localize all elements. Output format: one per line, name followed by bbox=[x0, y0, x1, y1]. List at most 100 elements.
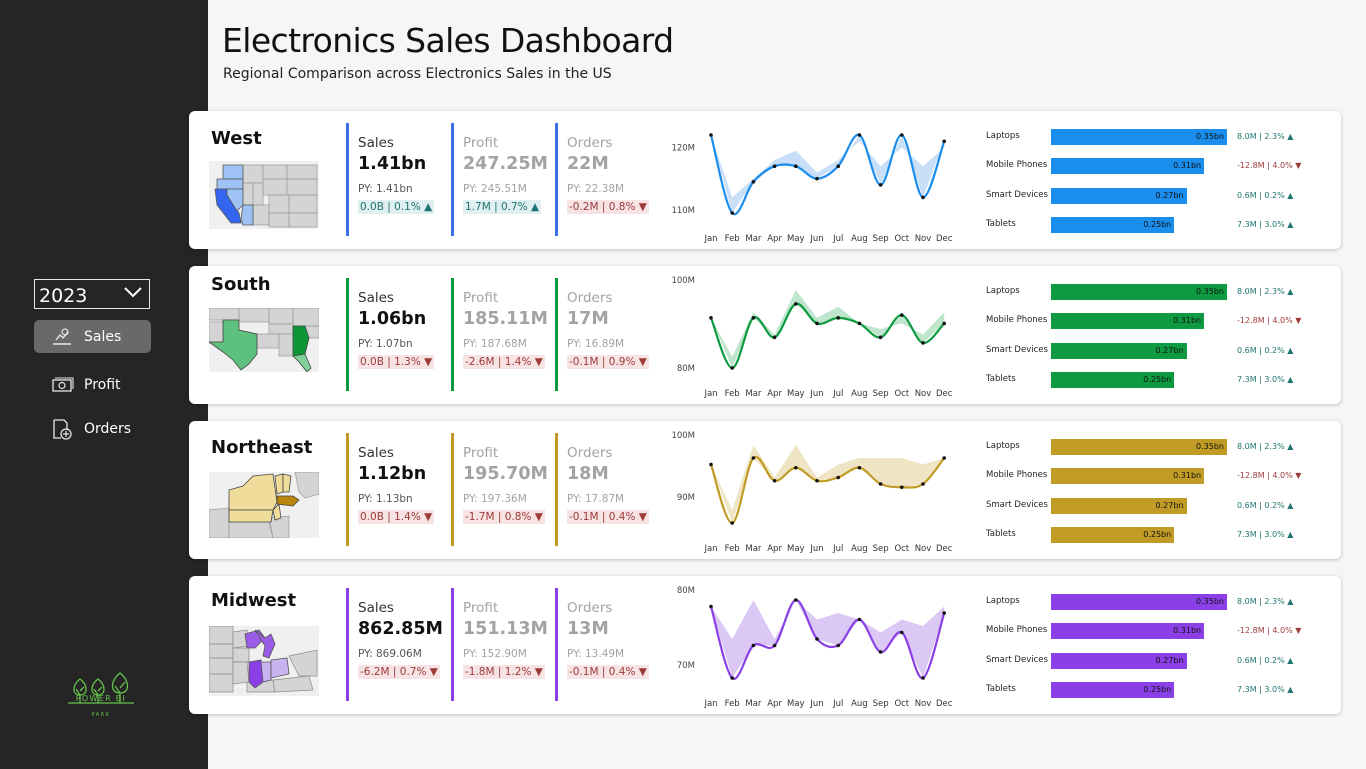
year-dropdown[interactable]: 2023 bbox=[34, 279, 150, 309]
nav-sales[interactable]: Sales bbox=[34, 320, 151, 353]
category-bar[interactable]: 0.35bn bbox=[1051, 594, 1227, 610]
data-point bbox=[900, 485, 904, 490]
category-bar[interactable]: 0.35bn bbox=[1051, 129, 1227, 145]
x-tick-label: Aug bbox=[851, 699, 868, 709]
y-tick-label: 70M bbox=[677, 661, 695, 671]
category-bar[interactable]: 0.25bn bbox=[1051, 372, 1175, 388]
kpi-sales: Sales 1.41bn PY: 1.41bn 0.0B | 0.1% ▲ bbox=[346, 123, 441, 236]
kpi-delta: -1.8M | 1.2% ▼ bbox=[463, 665, 545, 679]
x-tick-label: Nov bbox=[915, 699, 932, 709]
category-bar[interactable]: 0.27bn bbox=[1051, 653, 1187, 669]
data-point bbox=[794, 302, 798, 306]
region-name: Northeast bbox=[211, 437, 313, 458]
region-name: West bbox=[211, 128, 262, 149]
category-bar-row: Smart Devices 0.27bn 0.6M | 0.2% ▲ bbox=[986, 188, 1306, 204]
x-tick-label: Jan bbox=[703, 234, 717, 244]
data-point bbox=[709, 133, 713, 137]
category-bar[interactable]: 0.27bn bbox=[1051, 498, 1187, 514]
data-point bbox=[730, 366, 734, 370]
py-variance-band bbox=[711, 600, 945, 678]
kpi-value: 1.06bn bbox=[358, 309, 427, 329]
category-bar-row: Tablets 0.25bn 7.3M | 3.0% ▲ bbox=[986, 217, 1306, 233]
category-bar-row: Laptops 0.35bn 8.0M | 2.3% ▲ bbox=[986, 439, 1306, 455]
x-tick-label: Jan bbox=[703, 544, 717, 554]
data-point bbox=[942, 139, 946, 144]
category-bar[interactable]: 0.31bn bbox=[1051, 313, 1205, 329]
category-bar[interactable]: 0.31bn bbox=[1051, 623, 1205, 639]
y-tick-label: 110M bbox=[671, 206, 695, 216]
kpi-py: PY: 1.13bn bbox=[358, 493, 413, 505]
x-tick-label: Apr bbox=[767, 699, 782, 709]
data-point bbox=[751, 643, 756, 648]
kpi-label: Profit bbox=[463, 445, 499, 461]
category-delta: 8.0M | 2.3% ▲ bbox=[1237, 287, 1294, 296]
category-bar-row: Mobile Phones 0.31bn -12.8M | 4.0% ▼ bbox=[986, 468, 1306, 484]
sidebar: 2023 Sales Profit Orders POWER BI PARK bbox=[0, 0, 208, 769]
x-tick-label: Dec bbox=[936, 699, 953, 709]
kpi-delta: -0.2M | 0.8% ▼ bbox=[567, 200, 649, 214]
nav-profit[interactable]: Profit bbox=[34, 368, 151, 401]
x-tick-label: Sep bbox=[873, 544, 889, 554]
kpi-py: PY: 16.89M bbox=[567, 338, 625, 350]
data-point bbox=[857, 133, 862, 137]
kpi-sales: Sales 1.12bn PY: 1.13bn 0.0B | 1.4% ▼ bbox=[346, 433, 441, 546]
region-card-midwest: Midwest Sales 862.85M PY: 869.06M -6.2M … bbox=[189, 576, 1341, 714]
bar-value-label: 0.31bn bbox=[1173, 626, 1202, 635]
kpi-label: Sales bbox=[358, 135, 394, 151]
triangle-down-icon: ▼ bbox=[638, 201, 647, 213]
category-bar[interactable]: 0.25bn bbox=[1051, 217, 1175, 233]
category-bar[interactable]: 0.25bn bbox=[1051, 682, 1175, 698]
category-label: Tablets bbox=[986, 219, 1016, 229]
bar-value-label: 0.25bn bbox=[1143, 530, 1172, 539]
x-tick-label: Dec bbox=[936, 234, 953, 244]
page-subtitle: Regional Comparison across Electronics S… bbox=[223, 66, 612, 82]
x-tick-label: Oct bbox=[894, 699, 909, 709]
region-card-south: South Sales 1.06bn PY: 1.07bn 0.0B | 1.3… bbox=[189, 266, 1341, 404]
category-bar[interactable]: 0.31bn bbox=[1051, 158, 1205, 174]
category-bars: Laptops 0.35bn 8.0M | 2.3% ▲ Mobile Phones 0… bbox=[986, 421, 1306, 559]
kpi-py: PY: 1.41bn bbox=[358, 183, 413, 195]
category-label: Smart Devices bbox=[986, 190, 1048, 200]
kpi-label: Sales bbox=[358, 600, 394, 616]
category-bar[interactable]: 0.31bn bbox=[1051, 468, 1205, 484]
data-point bbox=[857, 465, 862, 470]
category-delta: -12.8M | 4.0% ▼ bbox=[1237, 161, 1302, 170]
kpi-value: 151.13M bbox=[463, 619, 548, 639]
y-tick-label: 100M bbox=[671, 431, 695, 441]
nav-sales-label: Sales bbox=[84, 328, 122, 345]
kpi-value: 1.12bn bbox=[358, 464, 427, 484]
data-point bbox=[815, 321, 819, 326]
category-label: Mobile Phones bbox=[986, 625, 1048, 635]
data-point bbox=[900, 313, 904, 317]
category-bar-row: Mobile Phones 0.31bn -12.8M | 4.0% ▼ bbox=[986, 313, 1306, 329]
category-bar[interactable]: 0.25bn bbox=[1051, 527, 1175, 543]
nav-orders[interactable]: Orders bbox=[34, 412, 151, 445]
chevron-down-icon bbox=[124, 287, 142, 298]
category-bar[interactable]: 0.27bn bbox=[1051, 188, 1187, 204]
category-bar[interactable]: 0.27bn bbox=[1051, 343, 1187, 359]
data-point bbox=[751, 180, 756, 184]
category-delta: 7.3M | 3.0% ▲ bbox=[1237, 530, 1294, 539]
data-point bbox=[730, 211, 734, 215]
kpi-value: 247.25M bbox=[463, 154, 548, 174]
x-tick-label: Jan bbox=[703, 699, 717, 709]
x-tick-label: Mar bbox=[745, 234, 762, 244]
data-point bbox=[794, 164, 798, 168]
x-tick-label: Apr bbox=[767, 389, 782, 399]
kpi-orders: Orders 17M PY: 16.89M -0.1M | 0.9% ▼ bbox=[555, 278, 650, 391]
data-point bbox=[815, 637, 819, 641]
bar-value-label: 0.35bn bbox=[1196, 442, 1224, 451]
x-tick-label: Aug bbox=[851, 544, 868, 554]
x-tick-label: Mar bbox=[745, 544, 762, 554]
kpi-value: 18M bbox=[567, 464, 609, 484]
data-point bbox=[751, 456, 756, 460]
kpi-value: 22M bbox=[567, 154, 609, 174]
x-tick-label: May bbox=[787, 699, 805, 709]
data-point bbox=[921, 195, 925, 200]
x-tick-label: Sep bbox=[873, 389, 889, 399]
category-bar[interactable]: 0.35bn bbox=[1051, 284, 1227, 300]
data-point bbox=[709, 604, 713, 609]
data-point bbox=[921, 676, 925, 680]
category-bar-row: Laptops 0.35bn 8.0M | 2.3% ▲ bbox=[986, 129, 1306, 145]
category-bar[interactable]: 0.35bn bbox=[1051, 439, 1227, 455]
